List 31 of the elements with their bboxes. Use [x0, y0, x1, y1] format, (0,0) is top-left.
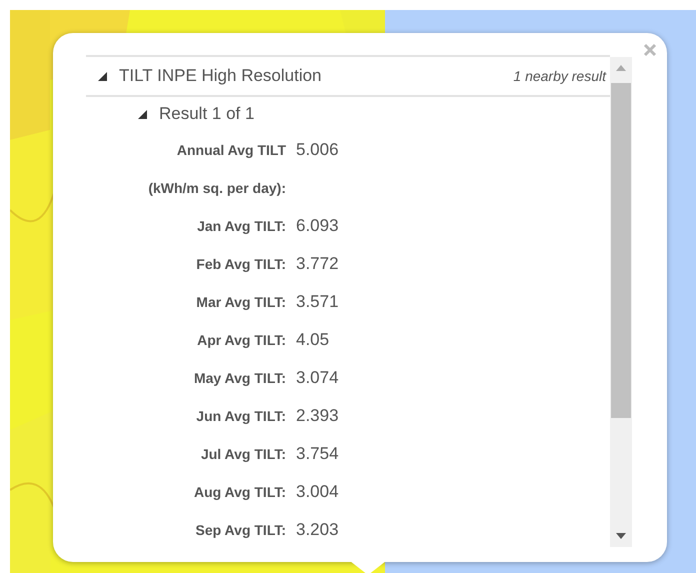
result-count: 1 nearby result: [513, 68, 606, 84]
field-value: 6.093: [296, 215, 340, 237]
field-value: 3.004: [296, 481, 340, 503]
field-label: May Avg TILT:: [194, 369, 286, 388]
scrollbar-thumb[interactable]: [611, 83, 631, 418]
field-value: 5.006: [296, 139, 340, 161]
field-label: Jan Avg TILT:: [197, 217, 286, 236]
collapse-triangle-icon[interactable]: [138, 110, 147, 118]
field-label: Jun Avg TILT:: [196, 407, 286, 426]
field-value: 3.772: [296, 253, 340, 275]
collapse-triangle-icon[interactable]: [98, 72, 107, 80]
close-button[interactable]: [641, 41, 659, 59]
field-label: Jul Avg TILT:: [200, 445, 286, 464]
field-label: Annual Avg TILT (kWh/m sq. per day):: [147, 141, 286, 198]
field-value: 4.05: [296, 329, 330, 351]
result-title: Result 1 of 1: [159, 104, 254, 124]
layer-title: TILT INPE High Resolution: [119, 66, 323, 86]
field-value: 3.571: [296, 291, 340, 313]
field-label: Aug Avg TILT:: [194, 483, 286, 502]
field-value: 3.074: [296, 367, 340, 389]
field-value: 2.393: [296, 405, 340, 427]
scroll-down-icon[interactable]: [616, 533, 626, 539]
field-label: Sep Avg TILT:: [196, 521, 286, 540]
scrollbar[interactable]: [610, 57, 632, 547]
scroll-up-icon[interactable]: [616, 65, 626, 71]
field-label: Feb Avg TILT:: [196, 255, 286, 274]
field-value: 3.203: [296, 519, 340, 541]
field-value: 3.754: [296, 443, 340, 465]
close-icon: [643, 43, 657, 57]
field-label: Mar Avg TILT:: [196, 293, 286, 312]
field-label: Apr Avg TILT:: [197, 331, 286, 350]
